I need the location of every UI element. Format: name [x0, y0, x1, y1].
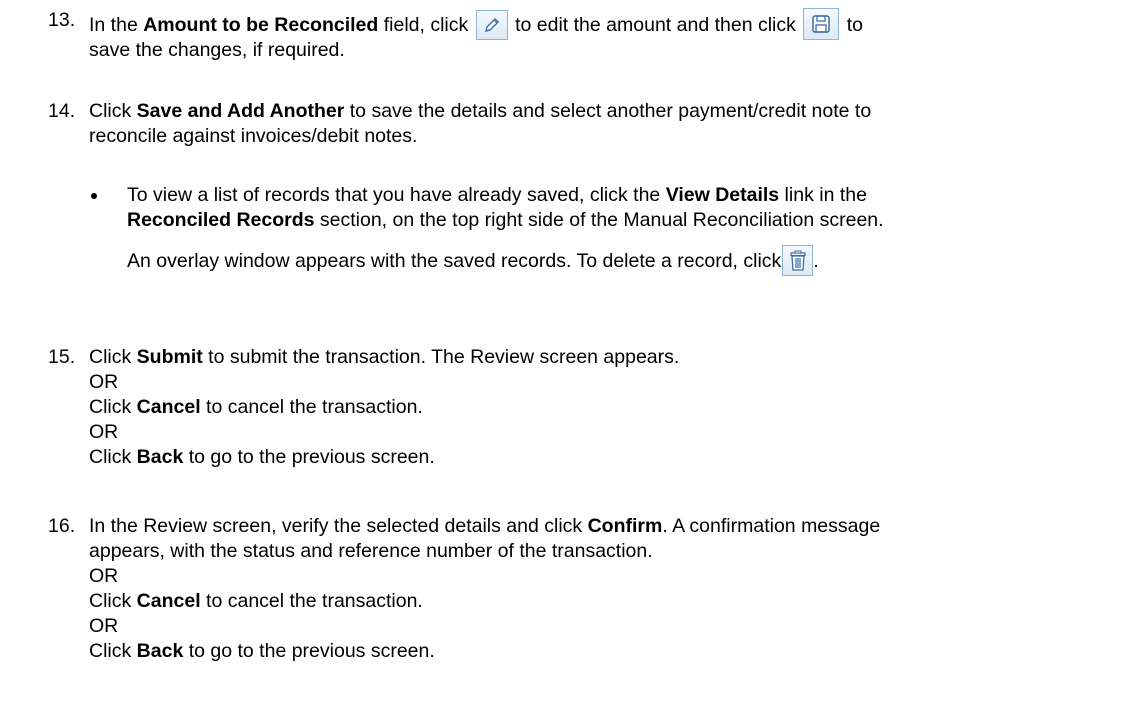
pencil-edit-icon — [475, 10, 508, 40]
step-text: reconcile against invoices/debit notes. — [89, 125, 418, 147]
step-number: 14. — [48, 100, 76, 122]
or-text: OR — [89, 615, 119, 637]
step-text: to go to the previous screen. — [183, 640, 435, 662]
step-body: In the Review screen, verify the selecte… — [89, 514, 880, 664]
action-name: Cancel — [136, 590, 201, 612]
action-name: Confirm — [587, 515, 663, 537]
step-number: 16. — [48, 515, 76, 537]
step-text: . A confirmation message — [662, 515, 881, 537]
floppy-save-icon — [803, 8, 840, 40]
trash-delete-icon — [782, 245, 814, 276]
action-name: Back — [136, 640, 184, 662]
step-text: Click — [89, 346, 137, 368]
bullet-body: To view a list of records that you have … — [127, 183, 884, 276]
field-name: Amount to be Reconciled — [143, 14, 379, 36]
step-text: to save the details and select another p… — [344, 100, 872, 122]
step-text: appears, with the status and reference n… — [89, 540, 653, 562]
step-text: to cancel the transaction. — [200, 590, 423, 612]
step-text: link in the — [779, 184, 867, 206]
step-text: Click — [89, 100, 137, 122]
step-text: field, click — [378, 14, 474, 36]
action-name: Save and Add Another — [136, 100, 345, 122]
section-name: Reconciled Records — [127, 209, 315, 231]
step-text: to edit the amount and then click — [509, 14, 802, 36]
action-name: Cancel — [136, 396, 201, 418]
step-text: Click — [89, 396, 137, 418]
link-name: View Details — [665, 184, 780, 206]
step-body: Click Submit to submit the transaction. … — [89, 345, 679, 470]
step-text: To view a list of records that you have … — [127, 184, 666, 206]
step-body: In the Amount to be Reconciled field, cl… — [89, 8, 863, 63]
step-text: In the Review screen, verify the selecte… — [89, 515, 588, 537]
bullet-dot — [91, 193, 97, 199]
step-text: . — [813, 250, 819, 272]
step-text: to — [841, 14, 863, 36]
step-text: Click — [89, 590, 137, 612]
step-text: save the changes, if required. — [89, 39, 345, 61]
step-text: to go to the previous screen. — [183, 446, 435, 468]
action-name: Back — [136, 446, 184, 468]
or-text: OR — [89, 371, 119, 393]
step-text: to cancel the transaction. — [200, 396, 423, 418]
step-text: An overlay window appears with the saved… — [127, 250, 782, 272]
step-text: Click — [89, 640, 137, 662]
step-text: section, on the top right side of the Ma… — [314, 209, 884, 231]
step-number: 15. — [48, 346, 76, 368]
action-name: Submit — [136, 346, 203, 368]
step-text: Click — [89, 446, 137, 468]
or-text: OR — [89, 565, 119, 587]
step-body: Click Save and Add Another to save the d… — [89, 99, 871, 149]
or-text: OR — [89, 421, 119, 443]
step-text: to submit the transaction. The Review sc… — [202, 346, 680, 368]
step-number: 13. — [48, 9, 76, 31]
step-text: In the — [89, 14, 144, 36]
document-page: 13. In the Amount to be Reconciled field… — [0, 0, 1141, 723]
